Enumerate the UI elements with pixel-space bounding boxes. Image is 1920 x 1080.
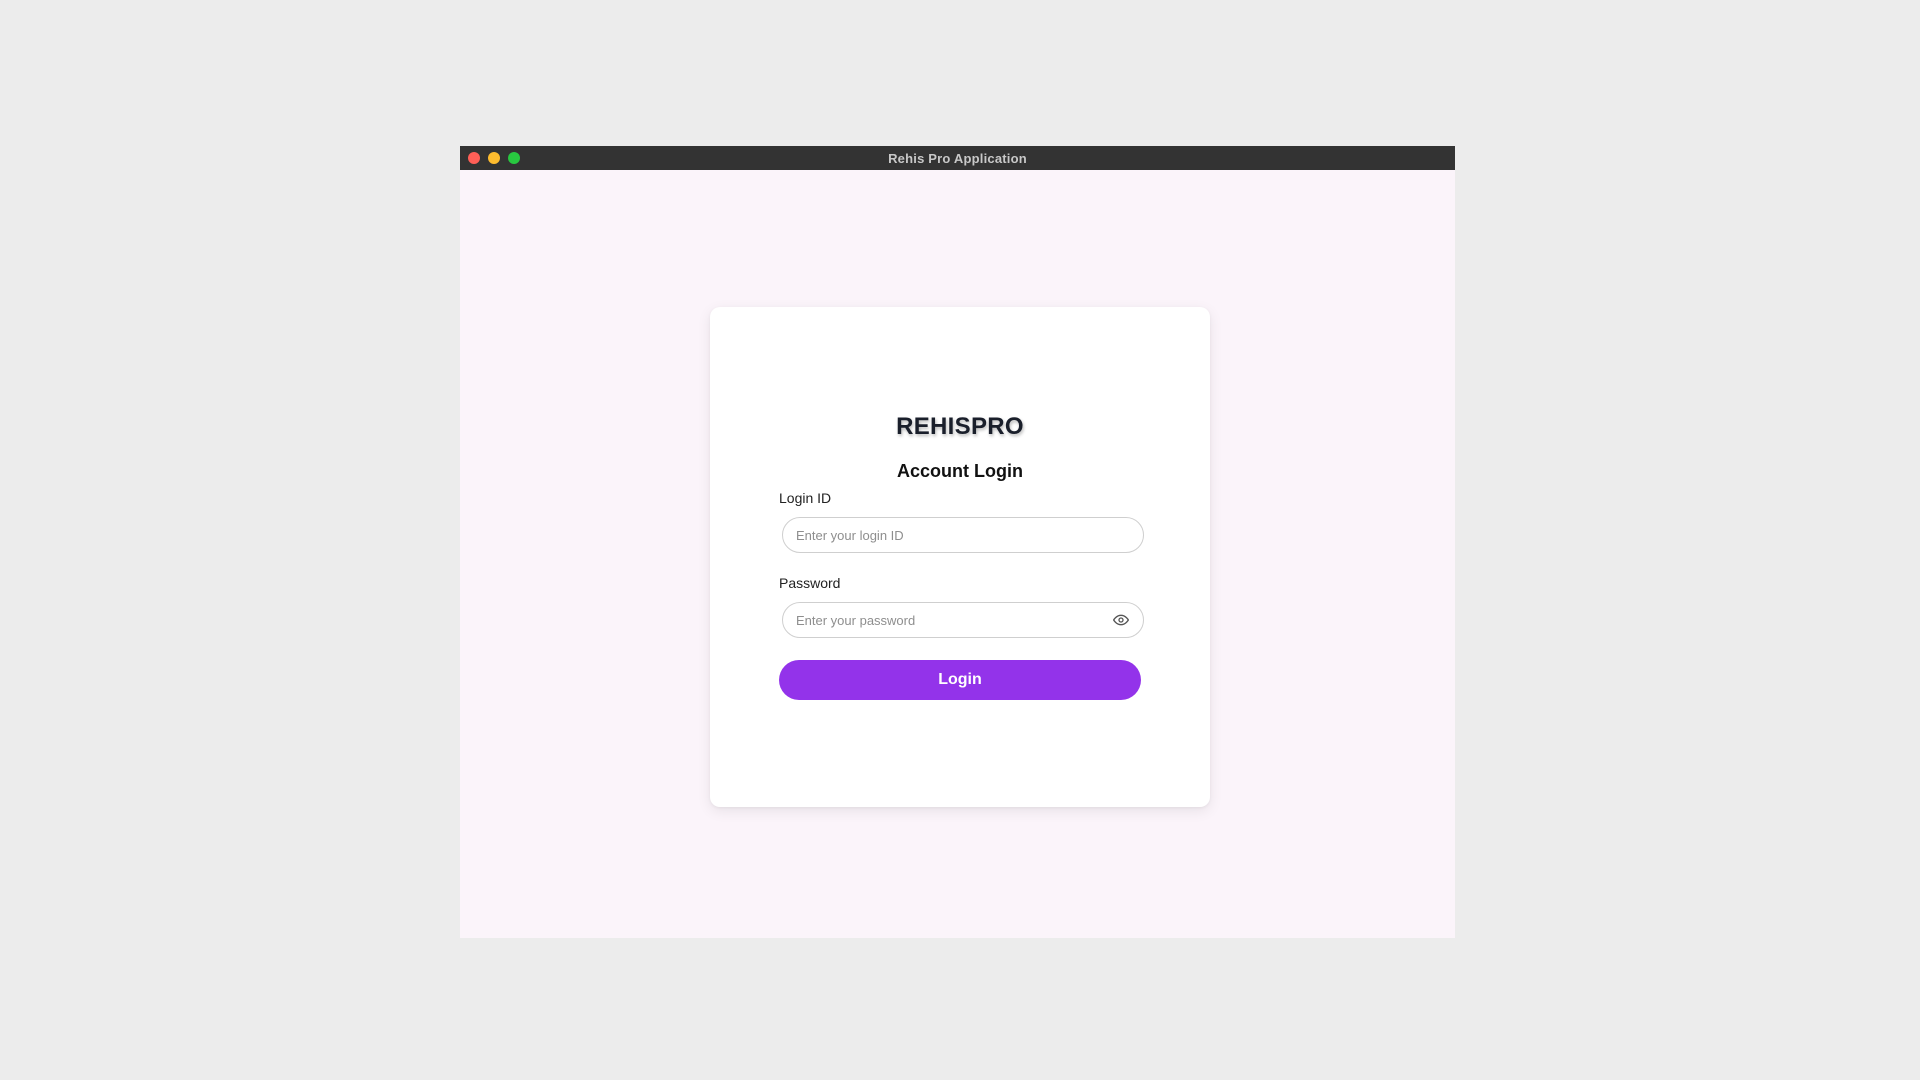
minimize-window-button[interactable] xyxy=(488,152,500,164)
page-title: Account Login xyxy=(897,461,1023,481)
login-id-field-wrapper xyxy=(782,517,1144,553)
login-id-input[interactable] xyxy=(783,518,1143,552)
login-id-label: Login ID xyxy=(779,490,832,506)
password-field-wrapper xyxy=(782,602,1144,638)
maximize-window-button[interactable] xyxy=(508,152,520,164)
password-label: Password xyxy=(779,575,841,591)
eye-icon[interactable] xyxy=(1111,610,1131,630)
main-content: REHISPRO Account Login Login ID Password… xyxy=(460,170,1455,938)
login-button[interactable]: Login xyxy=(779,660,1141,700)
app-window: Rehis Pro Application REHISPRO Account L… xyxy=(460,146,1455,938)
password-input[interactable] xyxy=(783,603,1111,637)
window-title: Rehis Pro Application xyxy=(888,150,1027,166)
close-window-button[interactable] xyxy=(468,152,480,164)
title-bar[interactable]: Rehis Pro Application xyxy=(460,146,1455,170)
login-card: REHISPRO Account Login Login ID Password… xyxy=(710,307,1210,807)
brand-logo-text: REHISPRO xyxy=(896,413,1024,440)
window-controls xyxy=(468,152,520,164)
